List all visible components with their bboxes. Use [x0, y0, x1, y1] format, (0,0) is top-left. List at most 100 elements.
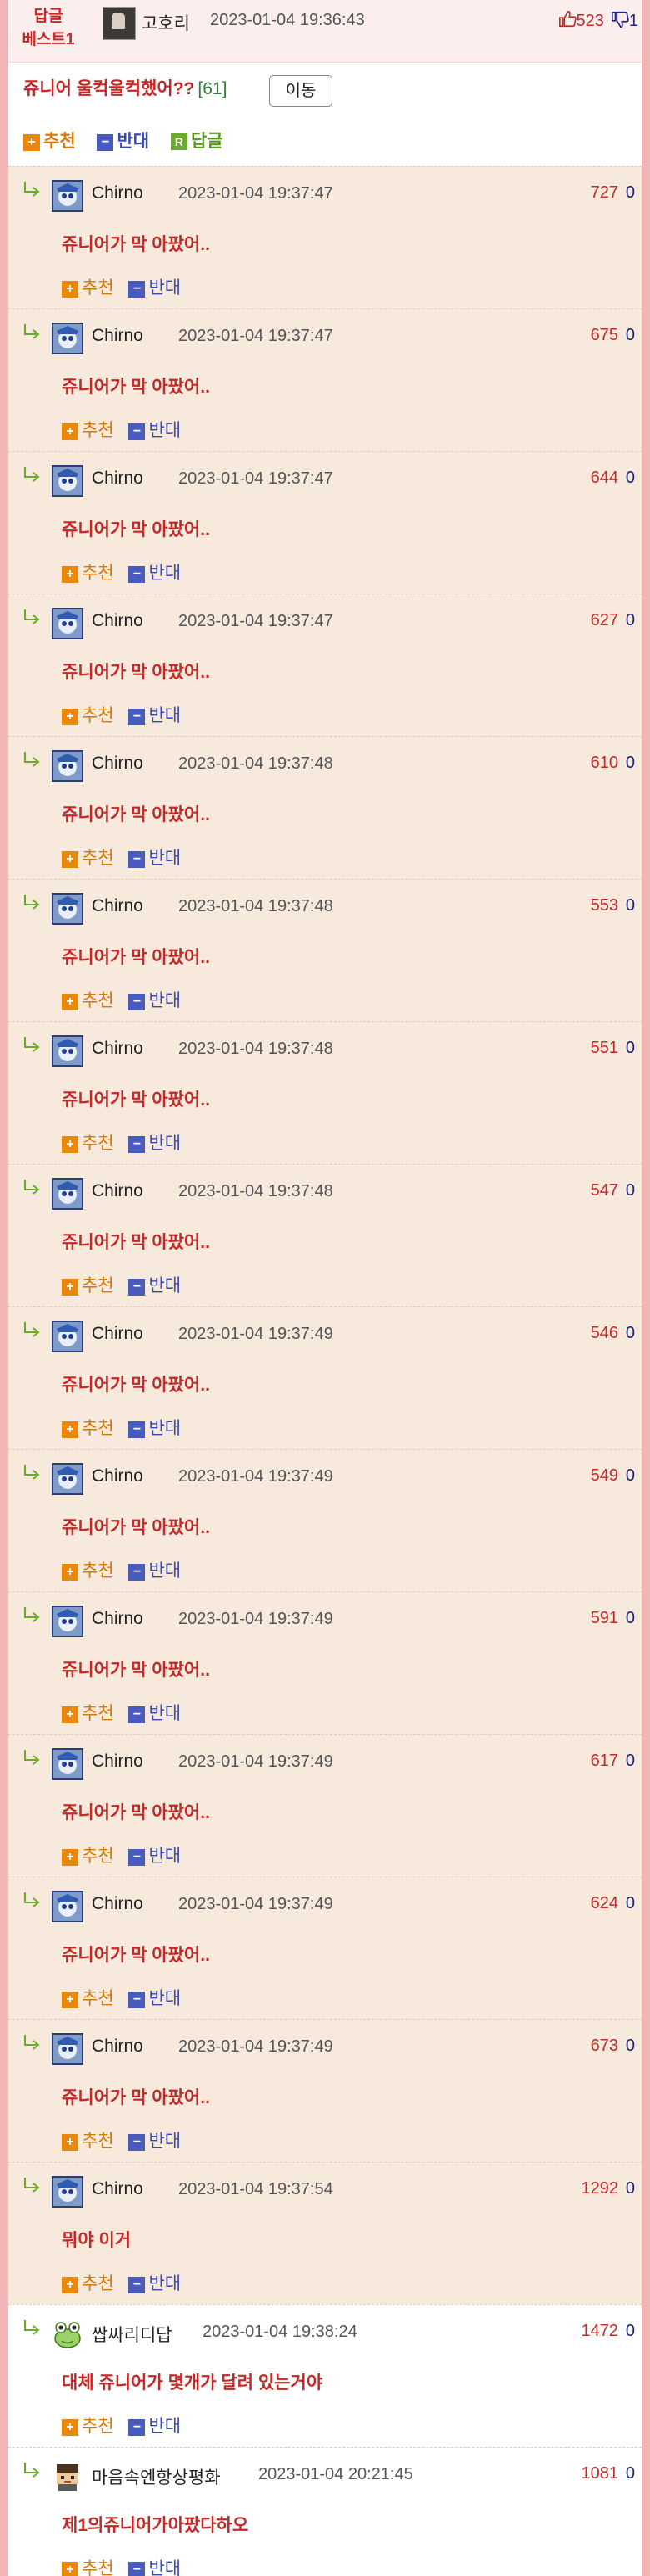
comment-recommend-button[interactable]: + 추천	[62, 417, 114, 442]
pixel-person-avatar-icon[interactable]	[52, 2461, 83, 2493]
comment-recommend-button[interactable]: + 추천	[62, 1130, 114, 1155]
comment-author[interactable]: Chirno	[92, 469, 143, 489]
comment-down-count[interactable]: 0	[626, 1466, 635, 1486]
comment-up-count[interactable]: 727	[591, 183, 618, 203]
comment-up-count[interactable]: 553	[591, 896, 618, 915]
comment-up-count[interactable]: 1472	[582, 2322, 619, 2341]
comment-recommend-button[interactable]: + 추천	[62, 987, 114, 1012]
comment-down-count[interactable]: 0	[626, 1609, 635, 1628]
blue-character-avatar-icon[interactable]	[52, 2176, 83, 2208]
comment-author[interactable]: Chirno	[92, 896, 143, 916]
comment-recommend-button[interactable]: + 추천	[62, 2413, 114, 2438]
comment-oppose-button[interactable]: − 반대	[128, 2555, 181, 2576]
comment-oppose-button[interactable]: − 반대	[128, 1272, 181, 1297]
comment-author[interactable]: Chirno	[92, 1039, 143, 1059]
comment-author[interactable]: Chirno	[92, 754, 143, 774]
blue-character-avatar-icon[interactable]	[52, 750, 83, 782]
comment-down-count[interactable]: 0	[626, 2322, 635, 2341]
comment-author[interactable]: 쌉싸리디답	[92, 2322, 172, 2347]
comment-author[interactable]: Chirno	[92, 611, 143, 631]
frog-avatar-icon[interactable]	[52, 2318, 83, 2350]
comment-down-count[interactable]: 0	[626, 1894, 635, 1913]
comment-up-count[interactable]: 591	[591, 1609, 618, 1628]
comment-recommend-button[interactable]: + 추천	[62, 1700, 114, 1725]
comment-up-count[interactable]: 1292	[582, 2179, 619, 2198]
blue-character-avatar-icon[interactable]	[52, 893, 83, 925]
comment-oppose-button[interactable]: − 반대	[128, 274, 181, 299]
comment-up-count[interactable]: 675	[591, 326, 618, 345]
blue-character-avatar-icon[interactable]	[52, 2033, 83, 2065]
comment-down-count[interactable]: 0	[626, 2179, 635, 2198]
comment-oppose-button[interactable]: − 반대	[128, 2270, 181, 2295]
comment-recommend-button[interactable]: + 추천	[62, 1842, 114, 1867]
post-title[interactable]: 쥬니어 울컥울컥했어??	[23, 79, 194, 98]
comment-author[interactable]: Chirno	[92, 1894, 143, 1914]
comment-up-count[interactable]: 549	[591, 1466, 618, 1486]
comment-recommend-button[interactable]: + 추천	[62, 1415, 114, 1440]
blue-character-avatar-icon[interactable]	[52, 465, 83, 497]
author-name[interactable]: 고호리	[142, 10, 190, 35]
comment-author[interactable]: Chirno	[92, 1752, 143, 1772]
blue-character-avatar-icon[interactable]	[52, 1178, 83, 1210]
comment-recommend-button[interactable]: + 추천	[62, 702, 114, 727]
blue-character-avatar-icon[interactable]	[52, 323, 83, 354]
comment-down-count[interactable]: 0	[626, 1181, 635, 1200]
comment-down-count[interactable]: 0	[626, 1039, 635, 1058]
oppose-button[interactable]: − 반대	[97, 128, 149, 153]
comment-down-count[interactable]: 0	[626, 1752, 635, 1771]
comment-down-count[interactable]: 0	[626, 183, 635, 203]
comment-oppose-button[interactable]: − 반대	[128, 702, 181, 727]
comment-author[interactable]: 마음속엔항상평화	[92, 2464, 221, 2489]
blue-character-avatar-icon[interactable]	[52, 608, 83, 639]
move-button[interactable]: 이동	[269, 75, 332, 107]
comment-up-count[interactable]: 1081	[582, 2464, 619, 2483]
comment-author[interactable]: Chirno	[92, 326, 143, 346]
comment-author[interactable]: Chirno	[92, 1466, 143, 1486]
comment-oppose-button[interactable]: − 반대	[128, 1842, 181, 1867]
blue-character-avatar-icon[interactable]	[52, 1748, 83, 1780]
blue-character-avatar-icon[interactable]	[52, 1606, 83, 1637]
comment-up-count[interactable]: 624	[591, 1894, 618, 1913]
comment-author[interactable]: Chirno	[92, 2179, 143, 2199]
comment-up-count[interactable]: 547	[591, 1181, 618, 1200]
comment-up-count[interactable]: 617	[591, 1752, 618, 1771]
comment-down-count[interactable]: 0	[626, 1324, 635, 1343]
comment-down-count[interactable]: 0	[626, 2464, 635, 2483]
comment-up-count[interactable]: 644	[591, 469, 618, 488]
comment-oppose-button[interactable]: − 반대	[128, 2127, 181, 2153]
comment-down-count[interactable]: 0	[626, 2037, 635, 2056]
comment-down-count[interactable]: 0	[626, 896, 635, 915]
comment-recommend-button[interactable]: + 추천	[62, 2270, 114, 2295]
comment-oppose-button[interactable]: − 반대	[128, 1700, 181, 1725]
comment-oppose-button[interactable]: − 반대	[128, 559, 181, 584]
comment-down-count[interactable]: 0	[626, 754, 635, 773]
comment-oppose-button[interactable]: − 반대	[128, 1985, 181, 2010]
comment-recommend-button[interactable]: + 추천	[62, 274, 114, 299]
comment-recommend-button[interactable]: + 추천	[62, 559, 114, 584]
blue-character-avatar-icon[interactable]	[52, 1891, 83, 1922]
comment-recommend-button[interactable]: + 추천	[62, 2555, 114, 2576]
comment-down-count[interactable]: 0	[626, 326, 635, 345]
comment-oppose-button[interactable]: − 반대	[128, 987, 181, 1012]
comment-oppose-button[interactable]: − 반대	[128, 2413, 181, 2438]
comment-oppose-button[interactable]: − 반대	[128, 1130, 181, 1155]
comment-author[interactable]: Chirno	[92, 183, 143, 203]
comment-oppose-button[interactable]: − 반대	[128, 844, 181, 870]
blue-character-avatar-icon[interactable]	[52, 180, 83, 212]
comment-oppose-button[interactable]: − 반대	[128, 417, 181, 442]
comment-author[interactable]: Chirno	[92, 2037, 143, 2057]
comment-up-count[interactable]: 551	[591, 1039, 618, 1058]
comment-recommend-button[interactable]: + 추천	[62, 844, 114, 870]
comment-oppose-button[interactable]: − 반대	[128, 1415, 181, 1440]
reply-button[interactable]: R 답글	[170, 128, 223, 153]
blue-character-avatar-icon[interactable]	[52, 1321, 83, 1352]
comment-recommend-button[interactable]: + 추천	[62, 1985, 114, 2010]
comment-down-count[interactable]: 0	[626, 611, 635, 630]
comment-up-count[interactable]: 610	[591, 754, 618, 773]
comment-recommend-button[interactable]: + 추천	[62, 1557, 114, 1582]
comment-author[interactable]: Chirno	[92, 1609, 143, 1629]
comment-recommend-button[interactable]: + 추천	[62, 1272, 114, 1297]
comment-author[interactable]: Chirno	[92, 1181, 143, 1201]
blue-character-avatar-icon[interactable]	[52, 1463, 83, 1495]
blue-character-avatar-icon[interactable]	[52, 1035, 83, 1067]
